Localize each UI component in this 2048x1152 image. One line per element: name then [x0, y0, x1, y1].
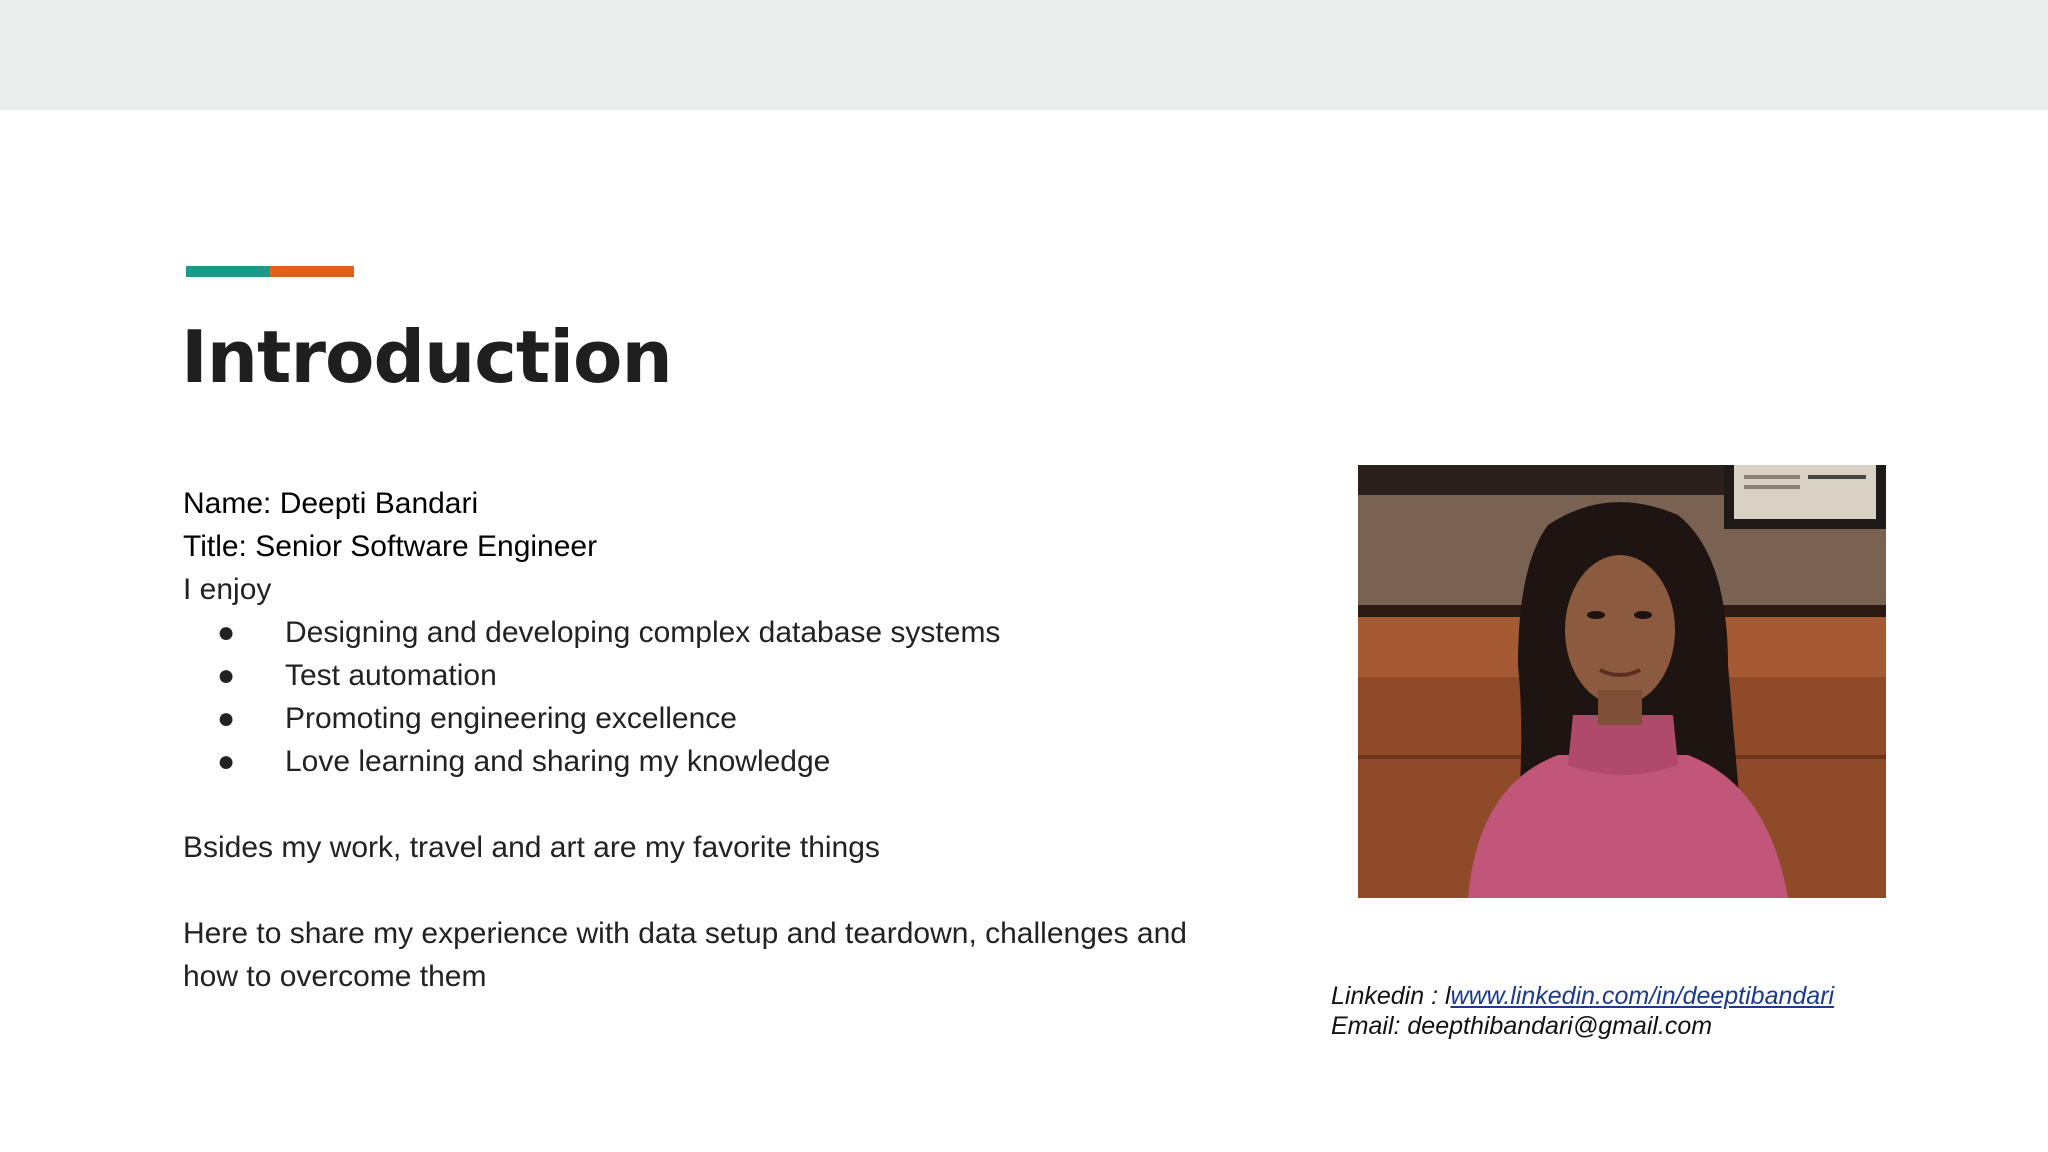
list-item: ● Test automation	[183, 654, 1263, 697]
job-title-line: Title: Senior Software Engineer	[183, 530, 598, 563]
list-item-text: Promoting engineering excellence	[285, 702, 737, 735]
list-item: ● Promoting engineering excellence	[183, 697, 1263, 740]
top-band	[0, 0, 2048, 110]
profile-photo	[1358, 465, 1886, 898]
bullet-icon: ●	[217, 702, 236, 735]
bullet-icon: ●	[217, 659, 236, 692]
bullet-icon: ●	[217, 616, 236, 649]
linkedin-link[interactable]: www.linkedin.com/in/deeptibandari	[1451, 982, 1835, 1010]
list-item: ● Love learning and sharing my knowledge	[183, 740, 1263, 783]
bullet-icon: ●	[217, 745, 236, 778]
enjoy-list: ● Designing and developing complex datab…	[183, 611, 1263, 783]
list-item-text: Test automation	[285, 659, 497, 692]
list-item-text: Designing and developing complex databas…	[285, 616, 1001, 649]
accent-bar-orange	[270, 266, 354, 277]
slide-title: Introduction	[181, 315, 673, 399]
contact-info: Linkedin : lwww.linkedin.com/in/deeptiba…	[1331, 981, 1834, 1041]
list-item-text: Love learning and sharing my knowledge	[285, 745, 831, 778]
name-line: Name: Deepti Bandari	[183, 487, 479, 520]
purpose-line-1: Here to share my experience with data se…	[183, 917, 1187, 950]
besides-line: Bsides my work, travel and art are my fa…	[183, 831, 880, 864]
intro-body: Name: Deepti Bandari Title: Senior Softw…	[183, 482, 1263, 998]
accent-bar-teal	[186, 266, 270, 277]
enjoy-intro: I enjoy	[183, 573, 272, 606]
linkedin-row: Linkedin : lwww.linkedin.com/in/deeptiba…	[1331, 981, 1834, 1011]
email-line: Email: deepthibandari@gmail.com	[1331, 1012, 1713, 1040]
linkedin-label: Linkedin : l	[1331, 982, 1451, 1010]
list-item: ● Designing and developing complex datab…	[183, 611, 1263, 654]
purpose-line-2: how to overcome them	[183, 960, 487, 993]
